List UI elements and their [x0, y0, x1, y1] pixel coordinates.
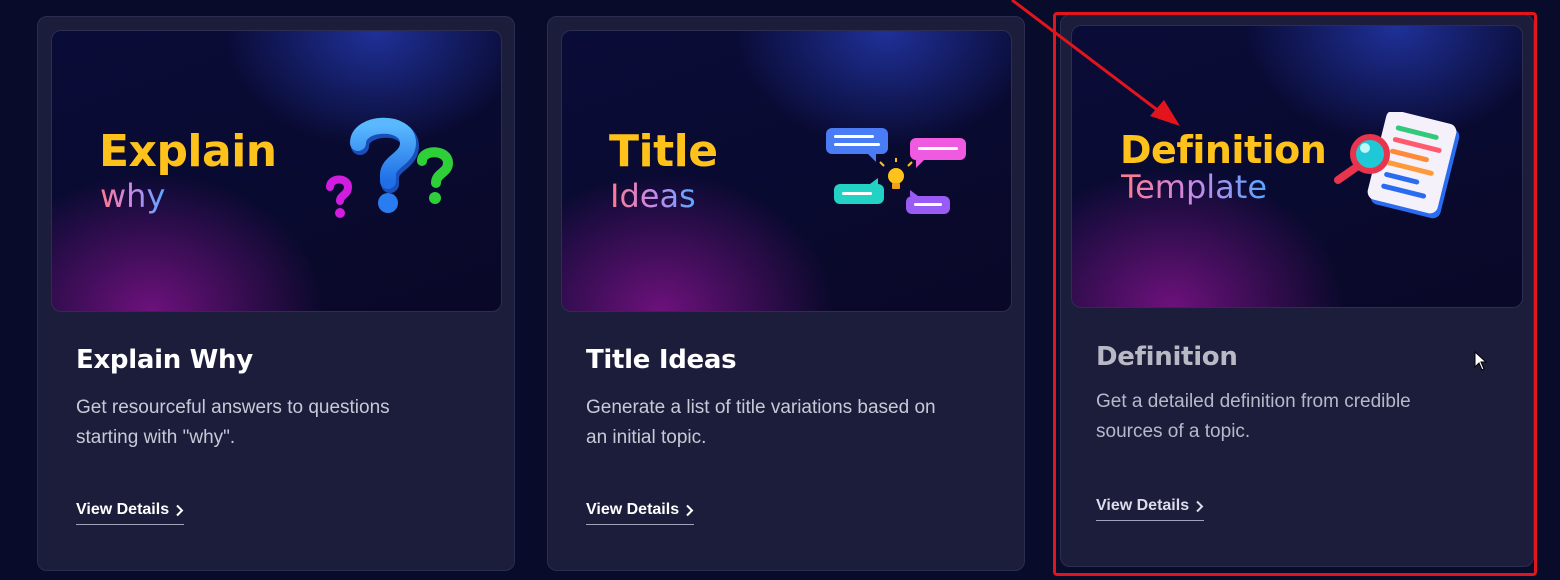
view-details-link[interactable]: View Details	[1096, 497, 1205, 521]
view-details-label: View Details	[586, 501, 680, 518]
chevron-right-icon	[1196, 500, 1204, 512]
chevron-right-icon	[176, 504, 184, 516]
document-magnifier-icon	[1334, 112, 1460, 219]
thumbnail-subtitle: why	[100, 177, 166, 215]
card-thumbnail: Explain why	[51, 30, 502, 312]
chevron-right-icon	[686, 504, 694, 516]
view-details-label: View Details	[76, 501, 170, 518]
thumbnail-title: Title	[609, 126, 718, 177]
view-details-label: View Details	[1096, 497, 1190, 514]
card-thumbnail: Title Ideas	[561, 30, 1012, 312]
card-description: Get a detailed definition from credible …	[1096, 391, 1411, 442]
card-title: Definition	[1096, 342, 1238, 372]
card-thumbnail: Definition Template	[1071, 25, 1523, 308]
template-card-definition[interactable]: Definition Template Definition Get a det…	[1060, 14, 1534, 567]
templates-grid: Explain why Explain Why Get resourceful …	[0, 0, 1560, 580]
thumbnail-title: Explain	[99, 126, 277, 177]
card-description: Get resourceful answers to questions sta…	[76, 397, 390, 448]
card-description: Generate a list of title variations base…	[586, 397, 936, 448]
card-title: Title Ideas	[586, 345, 737, 375]
thumbnail-subtitle: Ideas	[610, 177, 696, 215]
question-marks-icon	[326, 117, 454, 218]
thumbnail-subtitle: Template	[1121, 168, 1268, 206]
mouse-cursor-icon	[1474, 351, 1488, 371]
chat-bubbles-lightbulb-icon	[826, 128, 966, 214]
view-details-link[interactable]: View Details	[76, 501, 185, 525]
card-title: Explain Why	[76, 345, 253, 375]
template-card-title-ideas[interactable]: Title Ideas Title Ideas Generate a list …	[547, 16, 1025, 571]
view-details-link[interactable]: View Details	[586, 501, 695, 525]
template-card-explain-why[interactable]: Explain why Explain Why Get resourceful …	[37, 16, 515, 571]
thumbnail-title: Definition	[1120, 128, 1327, 172]
